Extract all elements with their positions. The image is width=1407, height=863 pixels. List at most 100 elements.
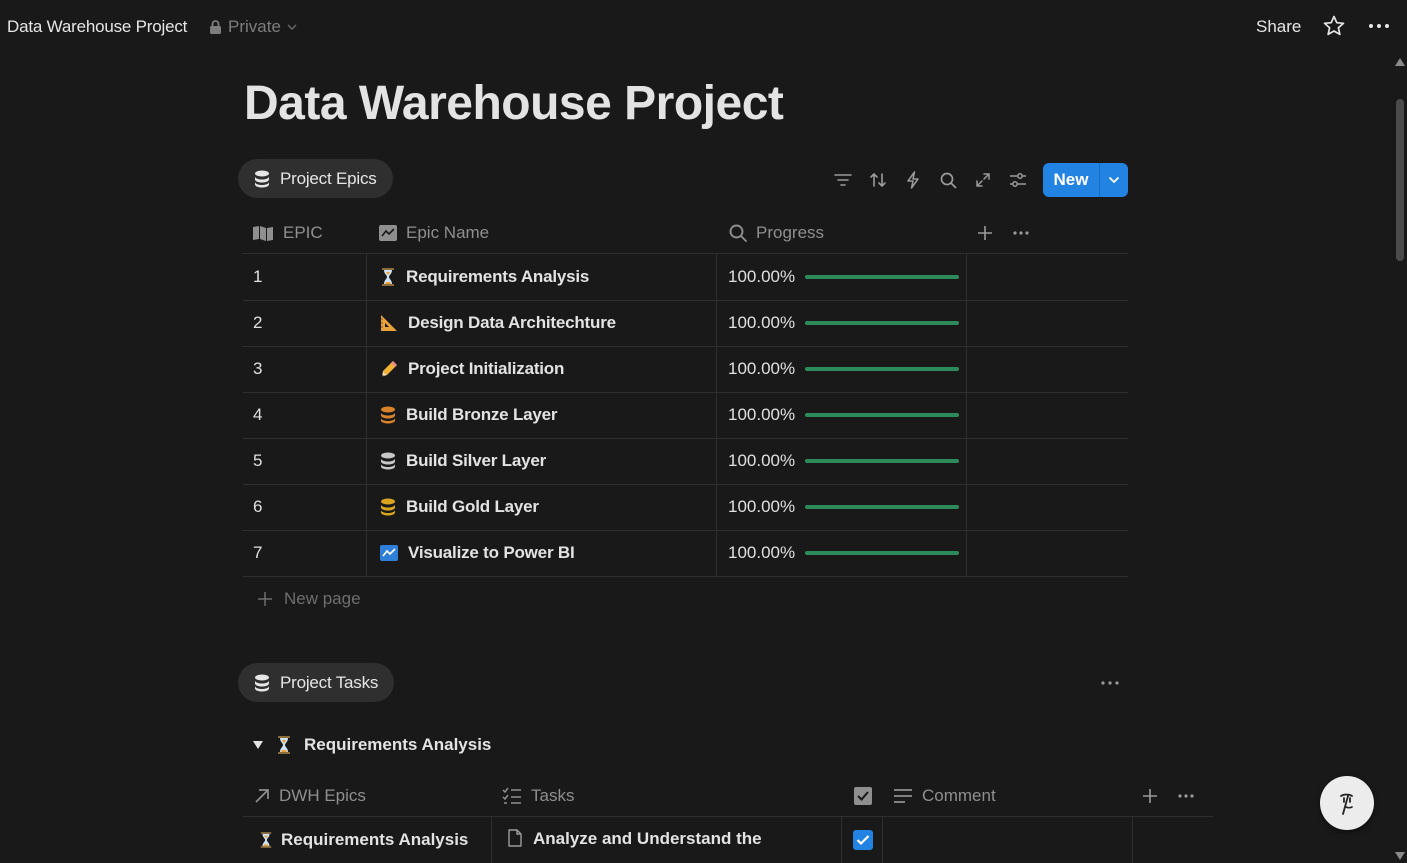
expand-icon[interactable] <box>971 166 995 194</box>
progress-fill <box>805 459 960 463</box>
sort-icon[interactable] <box>866 166 890 194</box>
settings-sliders-icon[interactable] <box>1006 166 1030 194</box>
progress-value: 100.00% <box>728 451 796 470</box>
done-checkbox[interactable] <box>852 830 873 850</box>
page-icon <box>508 829 522 847</box>
search-icon <box>729 224 747 242</box>
new-page-button[interactable]: New page <box>258 589 361 609</box>
epic-name-cell[interactable]: Requirements Analysis <box>368 254 717 300</box>
privacy-menu[interactable]: Private <box>209 17 297 37</box>
view-tab-label: Project Epics <box>280 168 377 188</box>
scroll-thumb[interactable] <box>1396 99 1404 261</box>
scroll-up-arrow[interactable] <box>1395 58 1405 66</box>
hourglass-icon <box>260 832 272 848</box>
column-options-icon[interactable] <box>1177 775 1195 816</box>
table-row[interactable]: 2 Design Data Architechture 100.00% <box>243 300 1128 347</box>
favorite-star-icon[interactable] <box>1322 14 1346 38</box>
column-header-comment[interactable]: Comment <box>893 775 996 816</box>
epic-name-cell[interactable]: Build Silver Layer <box>368 438 717 484</box>
pencil-icon <box>381 361 397 377</box>
column-header-done-checkbox[interactable] <box>854 775 872 816</box>
task-cell[interactable]: Analyze and Understand the <box>493 817 842 863</box>
breadcrumb[interactable]: Data Warehouse Project <box>7 17 187 37</box>
table-row[interactable]: 7 Visualize to Power BI 100.00% <box>243 530 1128 577</box>
comment-cell[interactable] <box>883 817 1133 863</box>
column-header-dwh-epics[interactable]: DWH Epics <box>254 775 366 816</box>
new-page-label: New page <box>284 589 361 608</box>
progress-bar <box>805 505 960 509</box>
view-tab-label: Project Tasks <box>280 672 379 692</box>
progress-cell: 100.00% <box>718 392 967 438</box>
database-icon <box>255 674 269 691</box>
scrollbar[interactable] <box>1393 54 1407 862</box>
column-header-progress[interactable]: Progress <box>729 212 824 253</box>
epic-name: Requirements Analysis <box>406 267 590 286</box>
progress-bar <box>805 413 960 417</box>
table-row[interactable]: Requirements Analysis Analyze and Unders… <box>243 817 1213 863</box>
epics-table-header: EPIC Epic Name Progress <box>243 212 1128 254</box>
epic-number: 4 <box>243 392 367 438</box>
triangular-ruler-icon <box>381 315 397 331</box>
epic-name-cell[interactable]: Project Initialization <box>368 346 717 392</box>
table-row[interactable]: 6 Build Gold Layer 100.00% <box>243 484 1128 531</box>
epic-name-cell[interactable]: Build Gold Layer <box>368 484 717 530</box>
progress-bar <box>805 459 960 463</box>
help-assistant-button[interactable] <box>1320 776 1374 830</box>
table-row[interactable]: 4 Build Bronze Layer 100.00% <box>243 392 1128 439</box>
epic-name: Build Bronze Layer <box>406 405 558 424</box>
view-tab-project-epics[interactable]: Project Epics <box>238 159 393 198</box>
table-row[interactable]: 5 Build Silver Layer 100.00% <box>243 438 1128 485</box>
column-header-epic[interactable]: EPIC <box>252 212 323 253</box>
page-title[interactable]: Data Warehouse Project <box>244 76 784 131</box>
column-header-tasks[interactable]: Tasks <box>502 775 574 816</box>
tasks-table-header: DWH Epics Tasks Comment <box>243 775 1213 817</box>
progress-value: 100.00% <box>728 313 796 332</box>
view-tab-project-tasks[interactable]: Project Tasks <box>238 663 395 702</box>
collapse-triangle-icon[interactable] <box>252 740 264 750</box>
search-icon[interactable] <box>936 166 960 194</box>
automation-lightning-icon[interactable] <box>901 166 925 194</box>
progress-cell: 100.00% <box>718 300 967 346</box>
assistant-face-icon <box>1340 793 1353 815</box>
chevron-down-icon <box>287 24 297 30</box>
new-button-label: New <box>1053 170 1089 189</box>
done-cell[interactable] <box>843 817 883 863</box>
database-icon <box>255 170 269 187</box>
checkbox-icon <box>854 786 872 805</box>
column-options-icon[interactable] <box>1012 212 1030 253</box>
add-column-icon[interactable] <box>1142 775 1158 816</box>
lock-icon <box>210 19 221 34</box>
new-button[interactable]: New <box>1043 163 1128 197</box>
checkmark-icon <box>856 835 869 846</box>
add-column-icon[interactable] <box>977 212 993 253</box>
epic-relation-cell[interactable]: Requirements Analysis <box>243 817 492 863</box>
share-button[interactable]: Share <box>1256 17 1301 37</box>
scroll-down-arrow[interactable] <box>1395 852 1405 860</box>
epic-number: 7 <box>243 530 367 576</box>
group-header[interactable]: Requirements Analysis <box>252 735 491 755</box>
new-dropdown[interactable] <box>1100 176 1128 184</box>
more-options-icon[interactable] <box>1367 16 1391 36</box>
map-icon <box>253 225 273 241</box>
group-label: Requirements Analysis <box>304 735 492 754</box>
top-bar: Data Warehouse Project Private Share <box>0 0 1407 54</box>
epic-name-cell[interactable]: Visualize to Power BI <box>368 530 717 576</box>
progress-fill <box>805 413 960 417</box>
epic-number: 5 <box>243 438 367 484</box>
epic-number: 2 <box>243 300 367 346</box>
filter-icon[interactable] <box>831 166 855 194</box>
table-row[interactable]: 1 Requirements Analysis 100.00% <box>243 254 1128 301</box>
progress-fill <box>805 551 960 555</box>
task-title: Analyze and Understand the <box>533 829 762 848</box>
hourglass-icon <box>278 736 290 754</box>
column-header-epic-name[interactable]: Epic Name <box>379 212 489 253</box>
database-icon <box>381 498 395 516</box>
plus-icon <box>258 592 272 606</box>
checklist-icon <box>502 787 521 804</box>
progress-cell: 100.00% <box>718 484 967 530</box>
table-row[interactable]: 3 Project Initialization 100.00% <box>243 346 1128 393</box>
epic-name-cell[interactable]: Build Bronze Layer <box>368 392 717 438</box>
tasks-options-icon[interactable] <box>1100 673 1120 693</box>
privacy-label: Private <box>228 17 281 36</box>
epic-name-cell[interactable]: Design Data Architechture <box>368 300 717 346</box>
